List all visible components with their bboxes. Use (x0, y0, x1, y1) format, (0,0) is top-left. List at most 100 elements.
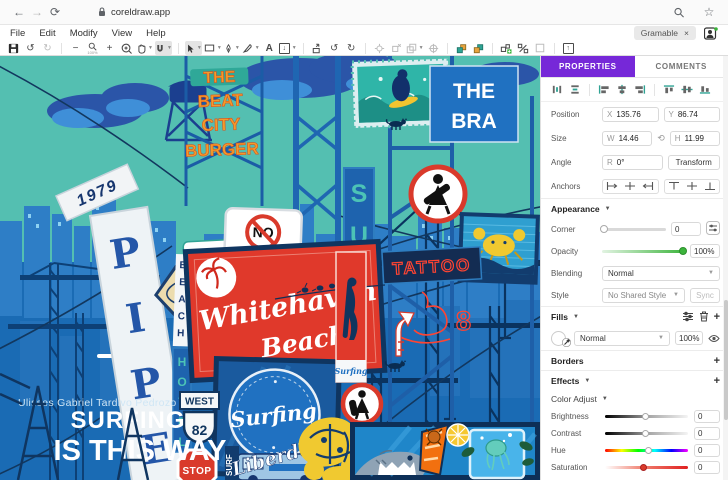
opacity-value[interactable]: 100% (690, 244, 720, 258)
frame-checkbox-button[interactable] (533, 41, 548, 55)
fill-mode-dropdown[interactable]: Normal ▼ (574, 331, 670, 346)
opacity-slider[interactable] (602, 250, 685, 253)
bookmark-star-icon[interactable]: ☆ (700, 5, 718, 19)
appearance-header[interactable]: Appearance▼ (541, 198, 728, 218)
position-x-input[interactable]: X 135.76 (602, 107, 659, 122)
saturation-slider[interactable] (605, 466, 688, 469)
contrast-slider[interactable] (605, 432, 688, 435)
shape-builder-button[interactable] (310, 41, 325, 55)
tab-properties[interactable]: PROPERTIES (541, 56, 635, 77)
corner-value[interactable]: 0 (671, 222, 701, 236)
hue-slider[interactable] (605, 449, 688, 452)
align-top-icon[interactable] (663, 84, 675, 95)
hue-value[interactable]: 0 (694, 444, 720, 457)
sign-the-bra[interactable]: THE BRA (430, 66, 518, 142)
contrast-value[interactable]: 0 (694, 427, 720, 440)
canvas-area[interactable]: THE BRA THE BEAT CITY BURGER S U R F (0, 56, 540, 480)
corner-options-icon[interactable] (706, 221, 720, 237)
sign-shark-billboard[interactable] (350, 422, 540, 480)
redo-button[interactable]: ↻ (40, 41, 55, 55)
lock-ratio-icon[interactable]: ⟲ (657, 133, 665, 144)
session-chip[interactable]: Gramable × (634, 26, 696, 40)
borders-header[interactable]: Borders + (541, 350, 728, 370)
rotate-cw-button[interactable]: ↻ (344, 41, 359, 55)
brightness-value[interactable]: 0 (694, 410, 720, 423)
browser-reload-icon[interactable]: ⟳ (46, 5, 64, 19)
anchor-center-icon[interactable] (621, 181, 639, 191)
add-effect-icon[interactable]: + (714, 375, 720, 387)
transform-button[interactable]: Transform (668, 155, 721, 170)
zoom-out-button[interactable]: − (68, 41, 83, 55)
sign-tattoo[interactable]: TATTOO (382, 247, 482, 284)
sync-button[interactable]: Sync (690, 288, 720, 303)
rotate-ccw-button[interactable]: ↺ (327, 41, 342, 55)
undo-button[interactable]: ↺ (23, 41, 38, 55)
distribute-horizontal-icon[interactable] (551, 84, 563, 95)
effects-header[interactable]: Effects▼ + (541, 370, 728, 390)
session-close-icon[interactable]: × (684, 28, 689, 38)
align-left-icon[interactable] (598, 84, 610, 95)
align-bottom-icon[interactable] (699, 84, 711, 95)
brightness-slider[interactable] (605, 415, 688, 418)
anchor-top-icon[interactable] (665, 181, 683, 191)
user-avatar-icon[interactable] (704, 27, 718, 40)
menu-file[interactable]: File (10, 28, 25, 39)
artwork[interactable]: THE BRA THE BEAT CITY BURGER S U R F (0, 56, 540, 480)
delete-fill-icon[interactable] (699, 311, 709, 322)
fill-options-icon[interactable] (682, 311, 694, 322)
angle-input[interactable]: R 0° (602, 155, 663, 170)
fill-opacity-value[interactable]: 100% (675, 331, 703, 345)
sign-no-surfing-round-top[interactable] (411, 167, 465, 221)
save-button[interactable] (6, 41, 21, 55)
blending-dropdown[interactable]: Normal ▼ (602, 266, 720, 281)
color-adjust-header[interactable]: Color Adjust▼ (541, 390, 728, 408)
position-y-input[interactable]: Y 86.74 (664, 107, 721, 122)
select-tool-button[interactable]: ▼ (185, 41, 202, 55)
snap-magnet-button[interactable]: ▼ (155, 41, 172, 55)
add-border-icon[interactable]: + (714, 355, 720, 367)
unsnap-button[interactable] (389, 41, 404, 55)
sign-no-surfer-round-bottom[interactable] (343, 385, 381, 423)
bring-forward-button[interactable] (454, 41, 469, 55)
align-middle-icon[interactable] (681, 84, 693, 95)
browser-forward-icon[interactable]: → (28, 5, 46, 19)
text-tool-button[interactable]: A (262, 41, 277, 55)
rectangle-tool-button[interactable]: ▼ (204, 41, 222, 55)
menu-help[interactable]: Help (146, 28, 166, 39)
send-backward-button[interactable] (471, 41, 486, 55)
zoom-level-button[interactable]: 100% (85, 41, 100, 55)
fills-header[interactable]: Fills▼ + (541, 306, 728, 326)
pen-tool-button[interactable]: ▼ (224, 41, 240, 55)
menu-modify[interactable]: Modify (70, 28, 98, 39)
add-fill-icon[interactable]: + (714, 311, 720, 323)
zoom-in-button[interactable]: + (102, 41, 117, 55)
anchor-left-icon[interactable] (603, 181, 621, 191)
duplicate-button[interactable]: ▼ (406, 41, 424, 55)
fill-visibility-eye-icon[interactable] (708, 334, 720, 343)
anchor-middle-icon[interactable] (683, 181, 701, 191)
anchor-bottom-icon[interactable] (701, 181, 719, 191)
size-h-input[interactable]: H 11.99 (670, 131, 720, 146)
browser-back-icon[interactable]: ← (10, 5, 28, 19)
browser-search-icon[interactable] (670, 7, 688, 18)
transform-center-button[interactable] (426, 41, 441, 55)
pan-tool-button[interactable]: ▼ (136, 41, 153, 55)
sign-red-surfer[interactable]: Surfing (334, 252, 367, 382)
menu-edit[interactable]: Edit (39, 28, 55, 39)
zoom-tool-button[interactable] (119, 41, 134, 55)
anchor-right-icon[interactable] (639, 181, 657, 191)
saturation-value[interactable]: 0 (694, 461, 720, 474)
corner-slider[interactable] (602, 228, 666, 231)
tab-comments[interactable]: COMMENTS (635, 56, 728, 77)
export-button[interactable]: ↑ (561, 41, 576, 55)
distribute-vertical-icon[interactable] (569, 84, 581, 95)
import-button[interactable]: ↓ ▼ (279, 41, 297, 55)
panel-scrollbar[interactable] (723, 56, 728, 480)
ungroup-button[interactable] (516, 41, 531, 55)
align-center-horizontal-icon[interactable] (616, 84, 628, 95)
knife-tool-button[interactable]: ▼ (242, 41, 260, 55)
group-button[interactable] (499, 41, 514, 55)
menu-view[interactable]: View (112, 28, 132, 39)
address-bar[interactable]: coreldraw.app (98, 7, 170, 18)
align-right-icon[interactable] (634, 84, 646, 95)
